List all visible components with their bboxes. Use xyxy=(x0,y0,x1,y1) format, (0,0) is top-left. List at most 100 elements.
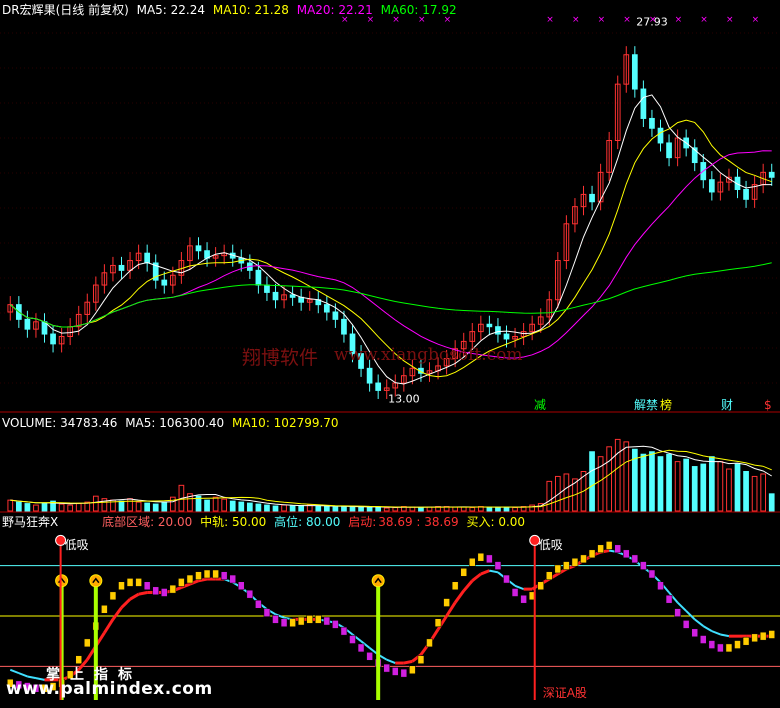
fast-block xyxy=(717,643,724,653)
fast-block xyxy=(392,667,399,676)
fast-block xyxy=(212,569,219,579)
volume-bar xyxy=(246,502,253,512)
signal-marker: × xyxy=(649,15,657,25)
fast-block xyxy=(315,615,322,624)
fast-block xyxy=(469,557,476,567)
fast-block xyxy=(554,564,562,574)
start-value: 38.69 : 38.69 xyxy=(378,515,459,529)
watermark-url-cn: www.xiangbosoft.com xyxy=(334,345,523,365)
fast-block xyxy=(272,615,279,624)
candle-body xyxy=(666,142,672,159)
fast-block xyxy=(135,578,142,587)
candle-body xyxy=(708,179,715,193)
candle-body xyxy=(272,291,279,301)
stock-title: DR宏辉果(日线 前复权) xyxy=(2,3,129,17)
volume-bar xyxy=(15,501,22,512)
dixi-label: 低吸 xyxy=(539,538,563,552)
indicator-legend: 野马狂奔X 底部区域: 20.00 中轨: 50.00 高位: 80.00 启动… xyxy=(2,515,529,529)
start-label: 启动: xyxy=(348,515,377,529)
volume-bar xyxy=(24,503,31,512)
fast-block xyxy=(682,620,690,629)
fast-block xyxy=(588,549,596,559)
volume-bar xyxy=(358,506,364,512)
volume-bar xyxy=(495,507,501,512)
fast-block xyxy=(75,655,82,664)
fast-block xyxy=(169,584,177,594)
fast-block xyxy=(263,608,271,617)
volume-bar xyxy=(640,453,647,512)
candle-body xyxy=(118,264,125,271)
fast-block xyxy=(195,571,202,580)
candle-body xyxy=(743,189,749,200)
low-price-label: 13.00 xyxy=(388,393,420,406)
fast-block xyxy=(657,581,664,591)
candle-body xyxy=(255,269,262,286)
fast-block xyxy=(434,618,442,627)
volume-bar xyxy=(743,471,749,512)
fast-block xyxy=(178,578,185,587)
candle-body xyxy=(332,311,339,320)
fast-block xyxy=(143,581,151,591)
volume-bar xyxy=(255,503,262,512)
fast-block xyxy=(409,665,416,675)
fast-block xyxy=(186,574,194,584)
candle-body xyxy=(323,304,330,313)
ma20-legend: MA20: 22.21 xyxy=(296,3,373,17)
event-tag: 减 xyxy=(534,398,546,412)
ma60-legend: MA60: 17.92 xyxy=(380,3,457,17)
ma10-legend: MA10: 21.28 xyxy=(212,3,289,17)
watermark-cn: 翔博软件 xyxy=(242,347,319,369)
fast-block xyxy=(152,586,159,596)
watermark-url: www.palmindex.com xyxy=(6,679,213,699)
dixi-label: 低吸 xyxy=(65,538,89,552)
fast-block xyxy=(451,581,459,591)
fast-block xyxy=(477,552,485,562)
fast-block xyxy=(349,635,356,644)
volume-bar xyxy=(41,502,48,512)
volume-bar xyxy=(144,502,151,512)
candle-body xyxy=(161,279,168,286)
fast-block xyxy=(597,544,604,554)
fast-block xyxy=(161,588,168,597)
event-tag: $ xyxy=(764,398,772,412)
signal-arrow-icon xyxy=(371,574,385,588)
volume-ma10: MA10: 102799.70 xyxy=(231,416,339,430)
bottom-zone: 底部区域: 20.00 xyxy=(102,515,193,529)
ma5-legend: MA5: 22.24 xyxy=(136,3,206,17)
signal-marker: × xyxy=(623,15,631,25)
candle-body xyxy=(649,117,655,129)
fast-block xyxy=(126,578,134,587)
fast-block xyxy=(486,554,493,564)
volume-bar xyxy=(229,500,236,512)
fast-block xyxy=(229,574,236,584)
volume-bar xyxy=(768,493,775,512)
event-tag: 解禁 xyxy=(634,398,658,412)
volume-bar xyxy=(708,456,715,512)
high-level: 高位: 80.00 xyxy=(274,515,341,529)
fast-block xyxy=(759,631,767,641)
candle-body xyxy=(24,318,31,330)
volume-bar xyxy=(272,505,279,512)
volume-bar xyxy=(734,463,741,512)
candle-body xyxy=(495,326,501,335)
volume-bar xyxy=(289,505,296,512)
volume-bar xyxy=(332,506,339,512)
volume-ma5: MA5: 106300.40 xyxy=(125,416,225,430)
event-tag: 财 xyxy=(721,398,733,412)
fast-block xyxy=(297,616,305,626)
fast-block xyxy=(289,618,296,627)
volume-value: VOLUME: 34783.46 xyxy=(2,416,118,430)
volume-bar xyxy=(366,507,373,512)
volume-bar xyxy=(503,506,510,512)
fast-block xyxy=(734,640,741,649)
fast-block xyxy=(768,630,775,639)
signal-marker: × xyxy=(752,15,760,25)
fast-block xyxy=(426,638,433,648)
volume-bar xyxy=(649,451,655,512)
fast-block xyxy=(443,598,450,607)
volume-bar xyxy=(161,501,168,512)
fast-block xyxy=(383,663,390,673)
volume-bar xyxy=(375,506,382,512)
volume-legend: VOLUME: 34783.46 MA5: 106300.40 MA10: 10… xyxy=(2,416,343,430)
fast-block xyxy=(614,544,621,554)
